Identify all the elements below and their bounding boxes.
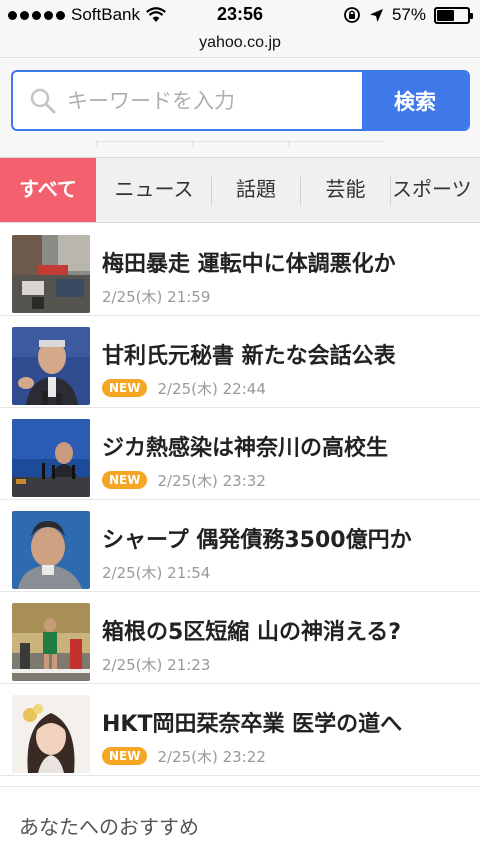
status-right: 57%: [343, 5, 473, 25]
search-button[interactable]: 検索: [362, 72, 468, 129]
news-date: 2/25(木) 23:22: [157, 747, 266, 766]
new-badge: NEW: [102, 471, 148, 489]
tab-all[interactable]: すべて: [0, 158, 96, 222]
section-title: あなたへのおすすめ: [19, 815, 199, 839]
news-meta: NEW 2/25(木) 22:44: [102, 378, 266, 398]
search-area: 検索: [0, 59, 480, 157]
news-item[interactable]: 甘利氏元秘書 新たな会話公表 NEW 2/25(木) 22:44: [0, 316, 480, 408]
news-thumbnail: [12, 695, 90, 773]
location-icon: [369, 8, 383, 22]
news-thumbnail: [12, 419, 90, 497]
tab-topics[interactable]: 話題: [212, 158, 300, 222]
new-badge: NEW: [102, 747, 148, 765]
rotation-lock-icon: [344, 7, 360, 23]
search-icon: [30, 88, 56, 114]
news-thumbnail: [12, 511, 90, 589]
news-date: 2/25(木) 21:59: [102, 287, 211, 306]
battery-percent: 57%: [391, 5, 426, 24]
category-tabs: すべて ニュース 話題 芸能 スポーツ: [0, 157, 480, 223]
new-badge: NEW: [102, 379, 148, 397]
tab-news[interactable]: ニュース: [96, 158, 212, 222]
news-title: HKT岡田栞奈卒業 医学の道へ: [102, 712, 403, 737]
news-meta: NEW 2/25(木) 23:32: [102, 470, 266, 490]
url-bar[interactable]: yahoo.co.jp: [0, 32, 480, 58]
news-item[interactable]: ジカ熱感染は神奈川の高校生 NEW 2/25(木) 23:32: [0, 408, 480, 500]
news-thumbnail: [12, 327, 90, 405]
news-title: 梅田暴走 運転中に体調悪化か: [102, 252, 396, 277]
news-thumbnail: [12, 235, 90, 313]
news-list: 梅田暴走 運転中に体調悪化か 2/25(木) 21:59 甘利氏元秘書 新たな会…: [0, 224, 480, 776]
news-date: 2/25(木) 21:54: [102, 563, 211, 582]
news-item[interactable]: HKT岡田栞奈卒業 医学の道へ NEW 2/25(木) 23:22: [0, 684, 480, 776]
url-text: yahoo.co.jp: [199, 34, 281, 51]
search-input[interactable]: [67, 72, 362, 129]
news-thumbnail: [12, 603, 90, 681]
news-date: 2/25(木) 21:23: [102, 655, 211, 674]
news-title: 甘利氏元秘書 新たな会話公表: [102, 344, 396, 369]
news-date: 2/25(木) 22:44: [157, 379, 266, 398]
search-box: 検索: [11, 70, 470, 131]
news-title: シャープ 偶発債務3500億円か: [102, 528, 412, 553]
search-shortcut-strip: [0, 141, 480, 149]
recommend-section: あなたへのおすすめ: [0, 786, 480, 852]
battery-icon: [434, 6, 473, 24]
news-item[interactable]: 箱根の5区短縮 山の神消える? 2/25(木) 21:23: [0, 592, 480, 684]
news-item[interactable]: 梅田暴走 運転中に体調悪化か 2/25(木) 21:59: [0, 224, 480, 316]
news-meta: 2/25(木) 21:54: [102, 562, 210, 582]
status-bar: SoftBank 23:56 57%: [0, 0, 480, 32]
news-meta: NEW 2/25(木) 23:22: [102, 746, 266, 766]
news-meta: 2/25(木) 21:23: [102, 654, 210, 674]
news-title: ジカ熱感染は神奈川の高校生: [102, 436, 389, 461]
tab-sports[interactable]: スポーツ: [391, 158, 480, 222]
news-date: 2/25(木) 23:32: [157, 471, 266, 490]
news-item[interactable]: シャープ 偶発債務3500億円か 2/25(木) 21:54: [0, 500, 480, 592]
tab-entertainment[interactable]: 芸能: [301, 158, 390, 222]
news-title: 箱根の5区短縮 山の神消える?: [102, 620, 402, 645]
news-meta: 2/25(木) 21:59: [102, 286, 210, 306]
